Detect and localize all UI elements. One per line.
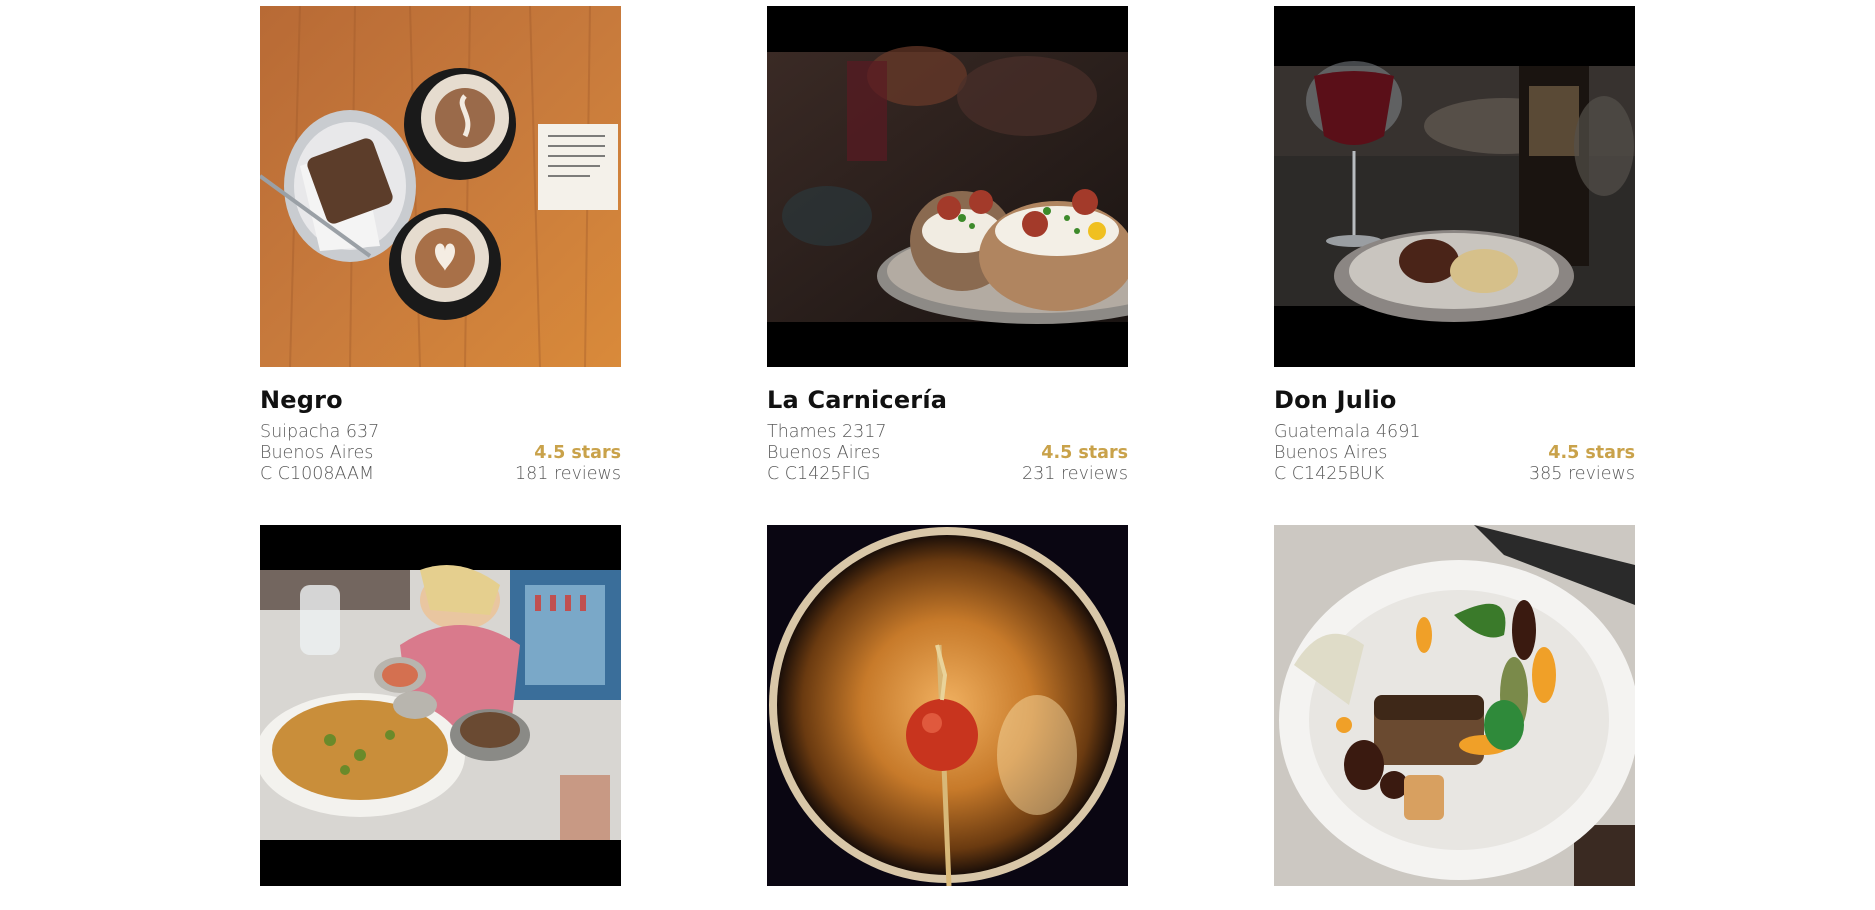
rating-stars: 4.5 stars xyxy=(534,443,621,463)
restaurant-rating: 4.5 stars 231 reviews xyxy=(1022,443,1128,485)
restaurant-card-don-julio[interactable]: Don Julio Guatemala 4691 Buenos Aires C … xyxy=(1274,6,1635,485)
restaurant-meta: Suipacha 637 Buenos Aires C C1008AAM 4.5… xyxy=(260,422,621,485)
plated-pork-dish-photo[interactable] xyxy=(1274,525,1635,886)
address-line-1: Suipacha 637 xyxy=(260,422,380,442)
stuffed-potatoes-photo[interactable] xyxy=(767,6,1128,367)
address-line-3: C C1425FIG xyxy=(767,464,871,484)
restaurant-name[interactable]: Negro xyxy=(260,386,621,414)
address-line-2: Buenos Aires xyxy=(260,443,374,463)
restaurant-rating: 4.5 stars 385 reviews xyxy=(1529,443,1635,485)
coffee-and-cake-photo[interactable] xyxy=(260,6,621,367)
restaurant-card-la-carniceria[interactable]: La Carnicería Thames 2317 Buenos Aires C… xyxy=(767,6,1128,485)
restaurant-card-negro[interactable]: Negro Suipacha 637 Buenos Aires C C1008A… xyxy=(260,6,621,485)
rating-stars: 4.5 stars xyxy=(1548,443,1635,463)
review-count: 231 reviews xyxy=(1022,464,1128,484)
restaurant-address: Thames 2317 Buenos Aires C C1425FIG xyxy=(767,422,887,485)
address-line-1: Guatemala 4691 xyxy=(1274,422,1421,442)
restaurant-meta: Guatemala 4691 Buenos Aires C C1425BUK 4… xyxy=(1274,422,1635,485)
restaurant-address: Guatemala 4691 Buenos Aires C C1425BUK xyxy=(1274,422,1420,485)
address-line-3: C C1008AAM xyxy=(260,464,375,484)
pasta-dinner-table-photo[interactable] xyxy=(260,525,621,886)
restaurant-rating: 4.5 stars 181 reviews xyxy=(515,443,621,485)
rating-stars: 4.5 stars xyxy=(1041,443,1128,463)
restaurant-grid: Negro Suipacha 637 Buenos Aires C C1008A… xyxy=(260,6,1636,886)
restaurant-meta: Thames 2317 Buenos Aires C C1425FIG 4.5 … xyxy=(767,422,1128,485)
review-count: 385 reviews xyxy=(1529,464,1635,484)
wine-and-sausage-photo[interactable] xyxy=(1274,6,1635,367)
address-line-2: Buenos Aires xyxy=(1274,443,1388,463)
restaurant-name[interactable]: Don Julio xyxy=(1274,386,1635,414)
address-line-2: Buenos Aires xyxy=(767,443,881,463)
review-count: 181 reviews xyxy=(515,464,621,484)
address-line-1: Thames 2317 xyxy=(767,422,887,442)
restaurant-address: Suipacha 637 Buenos Aires C C1008AAM xyxy=(260,422,379,485)
restaurant-name[interactable]: La Carnicería xyxy=(767,386,1128,414)
restaurant-card-5[interactable] xyxy=(767,525,1128,886)
restaurant-card-6[interactable] xyxy=(1274,525,1635,886)
address-line-3: C C1425BUK xyxy=(1274,464,1385,484)
restaurant-card-4[interactable] xyxy=(260,525,621,886)
cocktail-glass-photo[interactable] xyxy=(767,525,1128,886)
